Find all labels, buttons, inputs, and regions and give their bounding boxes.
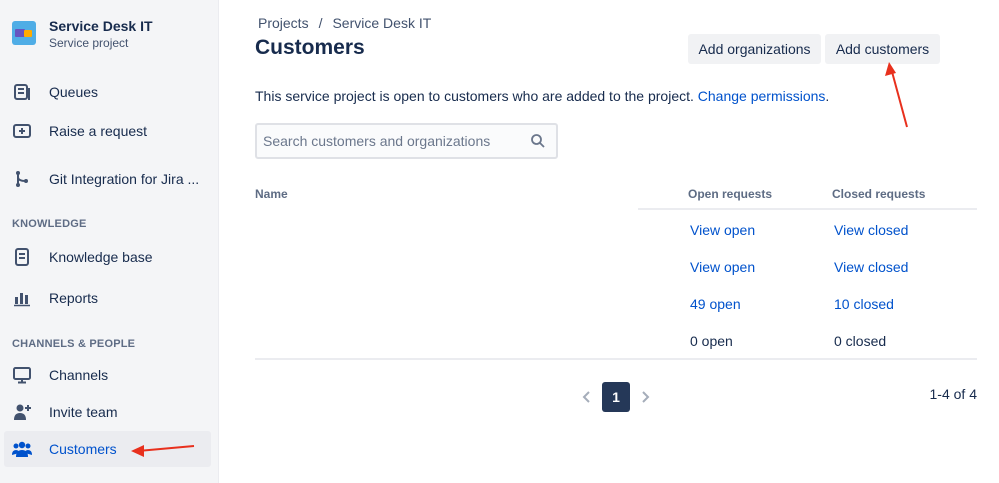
sidebar-item-reports[interactable]: Reports: [4, 280, 211, 316]
access-info-text: This service project is open to customer…: [255, 88, 694, 104]
sidebar-item-label: Invite team: [49, 404, 118, 420]
sidebar-item-invite-team[interactable]: Invite team: [4, 394, 211, 430]
section-heading-channels-people: CHANNELS & PEOPLE: [12, 338, 136, 350]
reports-icon: [12, 288, 32, 308]
search-input[interactable]: Search customers and organizations: [255, 123, 558, 159]
change-permissions-link[interactable]: Change permissions: [698, 88, 826, 104]
breadcrumb-separator: /: [318, 15, 323, 31]
project-type: Service project: [49, 36, 129, 50]
queues-icon: [12, 82, 32, 102]
sidebar-item-git-integration[interactable]: Git Integration for Jira ...: [4, 161, 211, 197]
closed-count-link[interactable]: 10 closed: [834, 296, 894, 312]
view-closed-link[interactable]: View closed: [834, 222, 908, 238]
section-heading-knowledge: KNOWLEDGE: [12, 218, 87, 230]
sidebar-item-label: Git Integration for Jira ...: [49, 171, 200, 187]
open-count: 0 open: [690, 333, 733, 349]
pagination-page-current[interactable]: 1: [602, 382, 630, 412]
project-header[interactable]: Service Desk IT Service project: [12, 18, 153, 52]
closed-count: 0 closed: [834, 333, 887, 349]
breadcrumb-current[interactable]: Service Desk IT: [332, 15, 431, 31]
project-avatar-icon: [12, 21, 36, 45]
pagination-prev-icon[interactable]: [573, 382, 601, 412]
sidebar-item-customers[interactable]: Customers: [4, 431, 211, 467]
sidebar-item-channels[interactable]: Channels: [4, 357, 211, 393]
add-organizations-button[interactable]: Add organizations: [688, 34, 821, 64]
sidebar-item-label: Queues: [49, 84, 99, 100]
breadcrumb-projects[interactable]: Projects: [258, 15, 309, 31]
table-bottom-divider: [255, 358, 977, 360]
git-branch-icon: [12, 169, 32, 189]
invite-user-icon: [12, 402, 32, 422]
sidebar-item-label: Knowledge base: [49, 249, 153, 265]
column-header-closed-requests[interactable]: Closed requests: [832, 187, 925, 201]
table-header-divider: [638, 208, 977, 210]
monitor-icon: [12, 365, 32, 385]
sidebar-item-label: Raise a request: [49, 123, 148, 139]
sidebar-item-label: Reports: [49, 290, 99, 306]
sidebar-item-knowledge-base[interactable]: Knowledge base: [4, 239, 211, 275]
pagination-next-icon[interactable]: [631, 382, 659, 412]
customers-icon: [12, 439, 32, 459]
sidebar-item-queues[interactable]: Queues: [4, 74, 211, 110]
raise-request-icon: [12, 121, 32, 141]
access-info-suffix: .: [825, 88, 830, 104]
pagination-range: 1-4 of 4: [929, 386, 977, 402]
column-header-name[interactable]: Name: [255, 187, 288, 201]
sidebar-item-raise-request[interactable]: Raise a request: [4, 113, 211, 149]
page-title: Customers: [255, 36, 365, 59]
breadcrumb: Projects / Service Desk IT: [258, 15, 431, 31]
column-header-open-requests[interactable]: Open requests: [688, 187, 772, 201]
view-closed-link[interactable]: View closed: [834, 259, 908, 275]
access-info: This service project is open to customer…: [255, 88, 829, 104]
add-customers-button[interactable]: Add customers: [825, 34, 940, 64]
sidebar-item-label: Channels: [49, 367, 109, 383]
search-placeholder: Search customers and organizations: [263, 133, 491, 149]
view-open-link[interactable]: View open: [690, 259, 755, 275]
open-count-link[interactable]: 49 open: [690, 296, 741, 312]
sidebar-item-label: Customers: [49, 441, 117, 457]
view-open-link[interactable]: View open: [690, 222, 755, 238]
search-icon[interactable]: [530, 133, 546, 149]
knowledge-base-icon: [12, 247, 32, 267]
annotation-arrow-add-customers: [885, 62, 908, 128]
sidebar: Service Desk IT Service project Queues R…: [0, 0, 219, 483]
project-name: Service Desk IT: [49, 18, 153, 34]
